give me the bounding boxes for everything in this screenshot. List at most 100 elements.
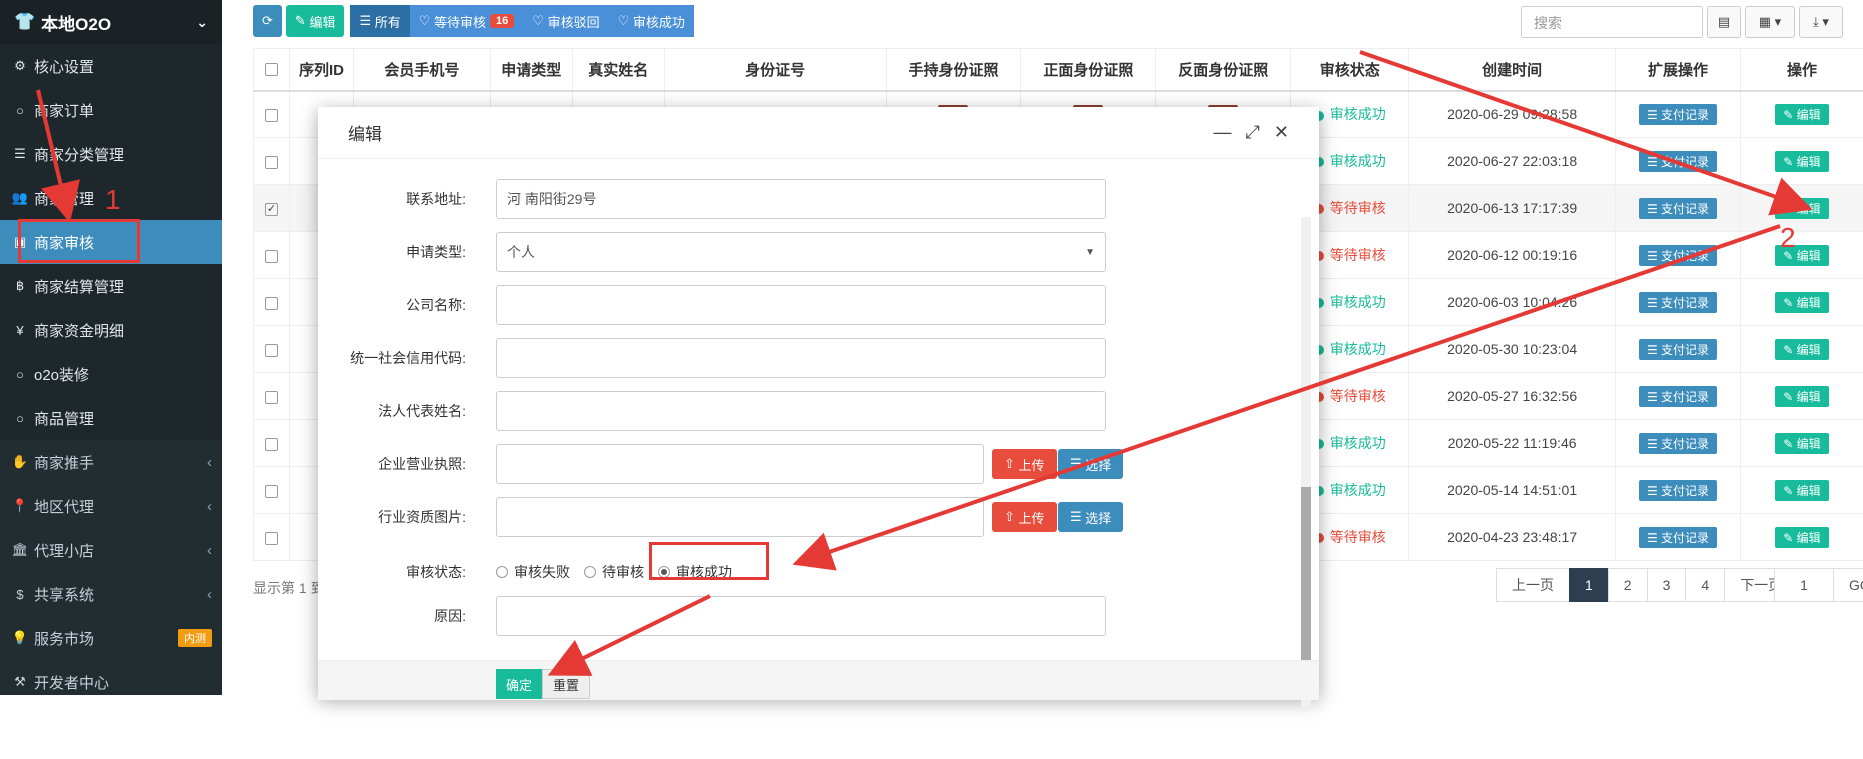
row-checkbox[interactable] [265,532,278,545]
row-edit-button[interactable]: ✎ 编辑 [1775,480,1828,501]
pay-record-button[interactable]: ☰ 支付记录 [1639,198,1717,219]
row-edit-button[interactable]: ✎ 编辑 [1775,292,1828,313]
pay-record-button[interactable]: ☰ 支付记录 [1639,292,1717,313]
close-icon[interactable]: ✕ [1274,122,1289,143]
row-checkbox[interactable] [265,438,278,451]
export-button[interactable]: ⤓ ▾ [1799,6,1843,38]
tab-all[interactable]: ☰ 所有 [350,5,409,37]
row-checkbox[interactable] [265,250,278,263]
row-checkbox[interactable] [265,344,278,357]
radio-circle[interactable] [496,566,508,578]
pay-record-button[interactable]: ☰ 支付记录 [1639,245,1717,266]
edit-button[interactable]: ✎ 编辑 [286,5,345,37]
col-header[interactable]: 创建时间 [1409,49,1616,91]
sidebar-section-shop[interactable]: 🏛代理小店‹ [0,528,222,572]
sidebar-item-categories[interactable]: ☰商家分类管理 [0,132,222,176]
select-all-checkbox[interactable] [265,63,278,76]
page-button[interactable]: 1 [1569,568,1609,602]
address-field[interactable]: 河 南阳街29号 [496,179,1106,219]
row-edit-button[interactable]: ✎ 编辑 [1775,527,1828,548]
row-select-cell[interactable] [254,91,290,138]
radio-pending[interactable]: 待审核 [584,562,644,582]
go-button[interactable]: GO [1833,568,1863,602]
license-field[interactable] [496,444,984,484]
col-header[interactable]: 操作 [1740,49,1863,91]
sidebar-section-dev[interactable]: ⚒开发者中心 [0,660,222,704]
page-button[interactable]: 3 [1647,568,1687,602]
col-header[interactable]: 扩展操作 [1616,49,1741,91]
row-select-cell[interactable] [254,467,290,514]
pay-record-button[interactable]: ☰ 支付记录 [1639,480,1717,501]
apply-type-select[interactable]: 个人▼ [496,232,1106,272]
row-select-cell[interactable] [254,232,290,279]
radio-circle[interactable] [584,566,596,578]
pay-record-button[interactable]: ☰ 支付记录 [1639,527,1717,548]
upload-button[interactable]: ⇧ 上传 [992,449,1057,479]
credit-code-field[interactable] [496,338,1106,378]
page-jump-input[interactable]: 1 [1774,568,1834,602]
row-select-cell[interactable] [254,420,290,467]
tab-rejected[interactable]: ♡ 审核驳回 [523,5,608,37]
columns-button[interactable]: ▦ ▾ [1745,6,1795,38]
tab-approved[interactable]: ♡ 审核成功 [609,5,694,37]
sidebar-section-agent[interactable]: 📍地区代理‹ [0,484,222,528]
row-select-cell[interactable] [254,514,290,561]
row-select-cell[interactable] [254,279,290,326]
row-edit-button[interactable]: ✎ 编辑 [1775,339,1828,360]
table-view-button[interactable]: ▤ [1707,6,1741,38]
dialog-scrollbar[interactable] [1301,217,1311,707]
qualification-field[interactable] [496,497,984,537]
col-header[interactable]: 正面身份证照 [1021,49,1156,91]
minimize-icon[interactable]: — [1214,122,1232,143]
row-checkbox[interactable] [265,109,278,122]
pay-record-button[interactable]: ☰ 支付记录 [1639,104,1717,125]
col-header[interactable]: 序列ID [289,49,353,91]
col-header[interactable]: 申请类型 [490,49,572,91]
sidebar-item-core-settings[interactable]: ⚙核心设置 [0,44,222,88]
choose-button[interactable]: ☰ 选择 [1058,502,1123,532]
pay-record-button[interactable]: ☰ 支付记录 [1639,151,1717,172]
scrollbar-thumb[interactable] [1301,487,1311,667]
page-button[interactable]: 4 [1685,568,1725,602]
select-all-header[interactable] [254,49,290,91]
sidebar-section-share[interactable]: $共享系统‹ [0,572,222,616]
sidebar-section-market[interactable]: 💡服务市场内测 [0,616,222,660]
sidebar-item-products[interactable]: ○商品管理 [0,396,222,440]
maximize-icon[interactable]: ⤢ [1246,122,1260,143]
row-select-cell[interactable] [254,326,290,373]
sidebar-item-orders[interactable]: ○商家订单 [0,88,222,132]
row-checkbox[interactable]: ✓ [265,203,278,216]
sidebar-header[interactable]: 👕本地O2O⌄ [0,0,222,44]
choose-button[interactable]: ☰ 选择 [1058,449,1123,479]
sidebar-item-funds[interactable]: ¥商家资金明细 [0,308,222,352]
row-edit-button[interactable]: ✎ 编辑 [1775,104,1828,125]
company-name-field[interactable] [496,285,1106,325]
upload-button[interactable]: ⇧ 上传 [992,502,1057,532]
row-select-cell[interactable] [254,373,290,420]
col-header[interactable]: 反面身份证照 [1156,49,1291,91]
col-header[interactable]: 会员手机号 [353,49,490,91]
row-edit-button[interactable]: ✎ 编辑 [1775,198,1828,219]
row-select-cell[interactable]: ✓ [254,185,290,232]
sidebar-item-settlement[interactable]: ฿商家结算管理 [0,264,222,308]
prev-page-button[interactable]: 上一页 [1496,568,1570,602]
col-header[interactable]: 审核状态 [1291,49,1409,91]
radio-fail[interactable]: 审核失败 [496,562,570,582]
reason-field[interactable] [496,596,1106,636]
search-input[interactable]: 搜索 [1521,6,1703,38]
row-checkbox[interactable] [265,485,278,498]
row-checkbox[interactable] [265,391,278,404]
sidebar-section-promoter[interactable]: ✋商家推手‹ [0,440,222,484]
pay-record-button[interactable]: ☰ 支付记录 [1639,386,1717,407]
row-edit-button[interactable]: ✎ 编辑 [1775,386,1828,407]
col-header[interactable]: 真实姓名 [572,49,664,91]
col-header[interactable]: 身份证号 [664,49,886,91]
legal-rep-field[interactable] [496,391,1106,431]
pay-record-button[interactable]: ☰ 支付记录 [1639,433,1717,454]
row-edit-button[interactable]: ✎ 编辑 [1775,151,1828,172]
row-checkbox[interactable] [265,156,278,169]
sidebar-item-decoration[interactable]: ○o2o装修 [0,352,222,396]
col-header[interactable]: 手持身份证照 [886,49,1021,91]
row-select-cell[interactable] [254,138,290,185]
pay-record-button[interactable]: ☰ 支付记录 [1639,339,1717,360]
